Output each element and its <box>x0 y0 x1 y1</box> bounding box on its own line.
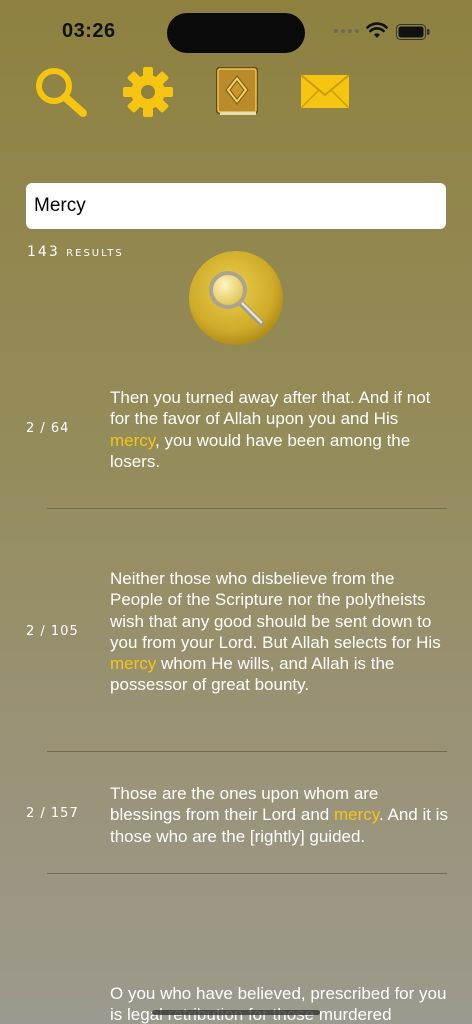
verse-text: O you who have believed, prescribed for … <box>110 984 447 1024</box>
dynamic-island <box>167 13 305 53</box>
verse-text: Then you turned away after that. And if … <box>110 388 431 471</box>
mail-tab-button[interactable] <box>296 62 356 122</box>
envelope-icon <box>300 74 350 109</box>
separator <box>47 751 447 752</box>
status-time: 03:26 <box>62 20 116 42</box>
battery-icon <box>396 24 430 40</box>
results-count: 143 results <box>27 244 124 260</box>
quran-book-icon <box>216 67 258 115</box>
gear-icon <box>123 67 173 117</box>
search-tab-button[interactable] <box>30 62 90 122</box>
search-magnifier-icon <box>189 251 283 345</box>
magnifier-icon <box>36 68 87 117</box>
settings-tab-button[interactable] <box>118 62 178 122</box>
status-bar: 03:26 <box>0 0 472 60</box>
search-button[interactable] <box>187 249 285 347</box>
highlighted-match: mercy <box>333 805 379 825</box>
wifi-icon <box>366 22 388 38</box>
verse-reference: 2 / 105 <box>26 624 79 639</box>
verse-text: Neither those who disbelieve from the Pe… <box>110 569 441 695</box>
verse-text: Those are the ones upon whom are blessin… <box>110 784 448 846</box>
separator <box>47 873 447 874</box>
verse-reference: 2 / 157 <box>26 806 79 821</box>
home-indicator[interactable] <box>152 1010 320 1015</box>
highlighted-match: mercy <box>110 654 157 674</box>
search-input[interactable] <box>26 183 446 229</box>
toolbar <box>0 62 472 122</box>
verse-reference: 2 / 64 <box>26 421 70 436</box>
separator <box>47 508 447 509</box>
cellular-signal-icon <box>334 29 359 33</box>
quran-tab-button[interactable] <box>208 62 268 122</box>
highlighted-match: mercy <box>110 430 156 450</box>
